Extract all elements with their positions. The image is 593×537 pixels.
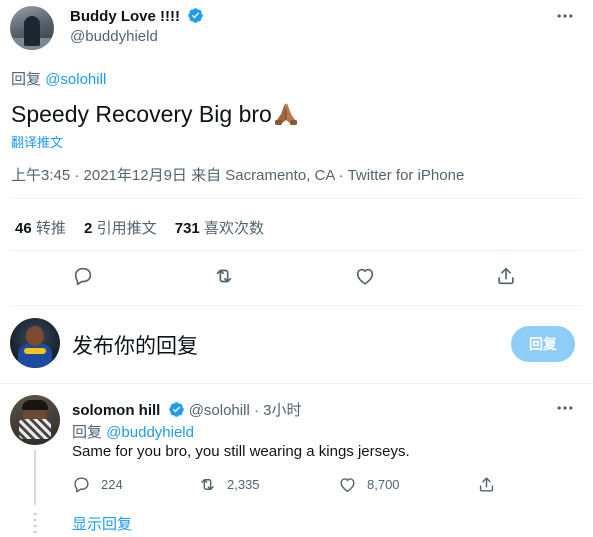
quotes-count: 2	[84, 220, 93, 237]
folded-hands-emoji	[274, 103, 297, 125]
reply-prefix: 回复	[72, 424, 103, 441]
retweets-count: 46	[15, 220, 32, 237]
reply-prefix: 回复	[11, 71, 42, 88]
show-replies-link[interactable]: 显示回复	[72, 513, 132, 534]
tweet-body: Speedy Recovery Big bro	[11, 101, 272, 127]
reply-replies-action[interactable]: 224	[72, 475, 123, 494]
reply-retweets-action[interactable]: 2,335	[198, 475, 260, 494]
more-icon[interactable]	[555, 6, 575, 31]
meta-separator: ·	[338, 167, 344, 184]
timestamp[interactable]: 上午3:45 · 2021年12月9日	[11, 167, 187, 184]
reply-icon[interactable]	[72, 265, 94, 287]
reply-to-line: 回复 @solohill	[11, 68, 106, 89]
reply-button[interactable]: 回复	[511, 326, 575, 362]
reply-header: solomon hill @solohill · 3小时	[72, 399, 301, 420]
retweet-icon	[201, 479, 214, 490]
header-separator: ·	[253, 402, 259, 419]
quotes-stat[interactable]: 2 引用推文	[84, 220, 157, 237]
author-handle[interactable]: @buddyhield	[70, 28, 158, 45]
reply-to-mention[interactable]: @buddyhield	[106, 424, 194, 441]
likes-count: 8,700	[367, 477, 400, 492]
reply-likes-action[interactable]: 8,700	[338, 475, 400, 494]
reply-share-action[interactable]	[477, 475, 496, 494]
author-name-row[interactable]: Buddy Love !!!!	[70, 7, 204, 26]
reply-text: Same for you bro, you still wearing a ki…	[72, 443, 410, 460]
thread-line	[34, 450, 36, 505]
quotes-label: 引用推文	[96, 220, 157, 237]
retweets-count: 2,335	[227, 477, 260, 492]
thread-dots	[33, 513, 37, 533]
share-icon[interactable]	[495, 265, 517, 287]
source-prefix: 来自	[191, 167, 222, 184]
reply-icon	[74, 477, 89, 493]
verified-badge-icon	[188, 8, 204, 23]
retweets-label: 转推	[35, 220, 66, 237]
likes-count: 731	[174, 220, 200, 237]
replies-count: 224	[101, 477, 123, 492]
client-link[interactable]: Twitter for iPhone	[348, 167, 465, 184]
divider	[0, 383, 593, 384]
tweet-text: Speedy Recovery Big bro	[11, 100, 300, 128]
divider	[10, 250, 583, 251]
share-icon	[479, 477, 494, 492]
like-icon	[340, 478, 355, 492]
like-icon[interactable]	[354, 265, 376, 287]
reply-to-line: 回复 @buddyhield	[72, 421, 194, 442]
author-name[interactable]: Buddy Love !!!!	[70, 8, 180, 25]
retweet-icon[interactable]	[213, 265, 235, 287]
verified-badge-icon	[168, 402, 184, 417]
more-icon[interactable]	[555, 398, 575, 423]
tweet-stats: 46 转推 2 引用推文 731 喜欢次数	[15, 217, 278, 238]
retweets-stat[interactable]: 46 转推	[15, 220, 66, 237]
reply-to-mention[interactable]: @solohill	[45, 71, 106, 88]
reply-author-handle[interactable]: @solohill	[189, 402, 250, 419]
likes-label: 喜欢次数	[203, 220, 264, 237]
divider	[10, 305, 583, 306]
reply-time[interactable]: 3小时	[263, 402, 301, 419]
divider	[10, 198, 583, 199]
reply-composer-input[interactable]: 发布你的回复	[72, 330, 198, 360]
reply-author-avatar[interactable]	[10, 395, 60, 445]
likes-stat[interactable]: 731 喜欢次数	[175, 220, 264, 237]
current-user-avatar[interactable]	[10, 318, 60, 368]
tweet-meta: 上午3:45 · 2021年12月9日 来自 Sacramento, CA · …	[11, 164, 464, 185]
location-link[interactable]: Sacramento, CA	[225, 167, 334, 184]
author-avatar[interactable]	[10, 6, 54, 50]
translate-link[interactable]: 翻译推文	[11, 132, 63, 151]
reply-author-name[interactable]: solomon hill	[72, 402, 160, 419]
